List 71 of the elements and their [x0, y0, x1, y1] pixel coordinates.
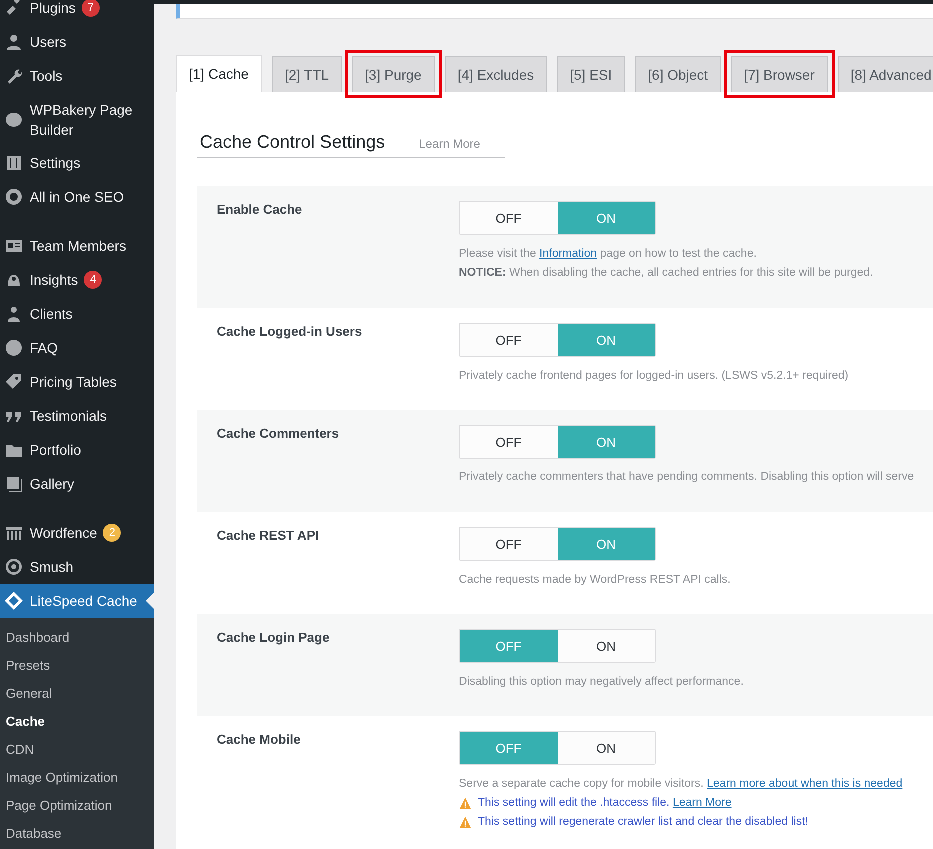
menu-item-active[interactable]: LiteSpeed Cache: [0, 584, 154, 618]
setting-description: Cache requests made by WordPress REST API calls.: [459, 573, 731, 588]
count-badge: 4: [84, 271, 102, 289]
setting-description: Privately cache commenters that have pending comments. Disabling this option will serve: [459, 470, 914, 485]
setting-label: Enable Cache: [217, 201, 304, 219]
submenu-item[interactable]: CDN: [0, 736, 154, 764]
submenu-item[interactable]: Dashboard: [0, 624, 154, 652]
tab[interactable]: [4] Excludes: [444, 56, 548, 92]
menu-item[interactable]: Users: [0, 25, 154, 59]
submenu-item[interactable]: Image Optimization: [0, 764, 154, 792]
toggle-switch[interactable]: OFF ON: [459, 323, 656, 357]
link[interactable]: Information: [540, 248, 598, 260]
menu-icon: [4, 153, 24, 173]
setting-description: This setting will edit the .htaccess file. Learn More: [478, 796, 732, 811]
tab[interactable]: [3] Purge: [352, 56, 435, 92]
menu-item[interactable]: Settings: [0, 146, 154, 180]
menu-item[interactable]: Wordfence 2: [0, 501, 154, 550]
setting-label: Cache Login Page: [217, 629, 331, 647]
tab[interactable]: [7] Browser: [731, 56, 828, 92]
setting-label: Cache Mobile: [217, 731, 302, 749]
submenu-item[interactable]: Presets: [0, 652, 154, 680]
menu-item[interactable]: Plugins 7: [0, 0, 154, 25]
menu-item[interactable]: All in One SEO: [0, 180, 154, 214]
menu-icon: [4, 32, 24, 52]
toggle-switch[interactable]: OFF ON: [459, 425, 656, 459]
menu-icon: [4, 187, 24, 207]
setting-description: Disabling this option may negatively affect performance.: [459, 675, 744, 690]
diamond-icon: [4, 591, 24, 611]
menu-item[interactable]: Tools: [0, 59, 154, 93]
menu-item[interactable]: FAQ: [0, 331, 154, 365]
link[interactable]: Learn More: [672, 797, 732, 809]
setting-description: This setting will regenerate crawler list and clear the disabled list!: [478, 815, 808, 830]
setting-description: Privately cache frontend pages for logged-in users. (LSWS v5.2.1+ required): [459, 369, 849, 384]
setting-description: NOTICE: When disabling the cache, all cached entries for this site will be purged.: [459, 266, 874, 281]
toggle-switch[interactable]: OFF ON: [459, 527, 656, 561]
tab[interactable]: [8] Advanced: [838, 56, 933, 92]
setting-description: Please visit the Information page on how to test the cache.: [459, 247, 757, 262]
menu-item[interactable]: Insights 4: [0, 263, 154, 297]
toggle-switch[interactable]: OFF ON: [459, 629, 656, 663]
submenu-item[interactable]: Database: [0, 820, 154, 848]
setting-label: Cache Logged-in Users: [217, 323, 364, 341]
warning-icon: [459, 797, 472, 810]
setting-description: Serve a separate cache copy for mobile visitors. Learn more about when this is needed: [459, 777, 903, 792]
warning-icon: [459, 816, 472, 829]
toggle-switch[interactable]: OFF ON: [459, 201, 656, 235]
submenu-item[interactable]: General: [0, 680, 154, 708]
setting-label: Cache REST API: [217, 527, 320, 545]
menu-item[interactable]: WPBakery Page Builder: [0, 93, 154, 146]
tab[interactable]: [1] Cache: [176, 55, 262, 92]
menu-item[interactable]: Team Members: [0, 214, 154, 263]
menu-item[interactable]: Portfolio: [0, 433, 154, 467]
tab[interactable]: [6] Object: [635, 56, 722, 92]
menu-item[interactable]: Gallery: [0, 467, 154, 501]
tab[interactable]: [5] ESI: [557, 56, 626, 92]
submenu-item[interactable]: Page Optimization: [0, 792, 154, 820]
count-badge: 2: [103, 524, 122, 542]
menu-item[interactable]: Pricing Tables: [0, 365, 154, 399]
section-title: Cache Control Settings: [200, 132, 386, 153]
menu-icon: [4, 338, 24, 358]
menu-item[interactable]: Clients: [0, 297, 154, 331]
link[interactable]: Learn more about when this is needed: [707, 778, 903, 790]
menu-icon: [4, 372, 24, 392]
submenu-item[interactable]: Cache: [0, 708, 154, 736]
menu-item[interactable]: Testimonials: [0, 399, 154, 433]
toggle-switch[interactable]: OFF ON: [459, 731, 656, 765]
tab[interactable]: [2] TTL: [272, 56, 342, 92]
setting-label: Cache Commenters: [217, 425, 340, 443]
menu-icon: [4, 557, 24, 577]
menu-icon: [4, 474, 24, 494]
menu-item[interactable]: Smush: [0, 550, 154, 584]
count-badge: 7: [82, 0, 100, 17]
